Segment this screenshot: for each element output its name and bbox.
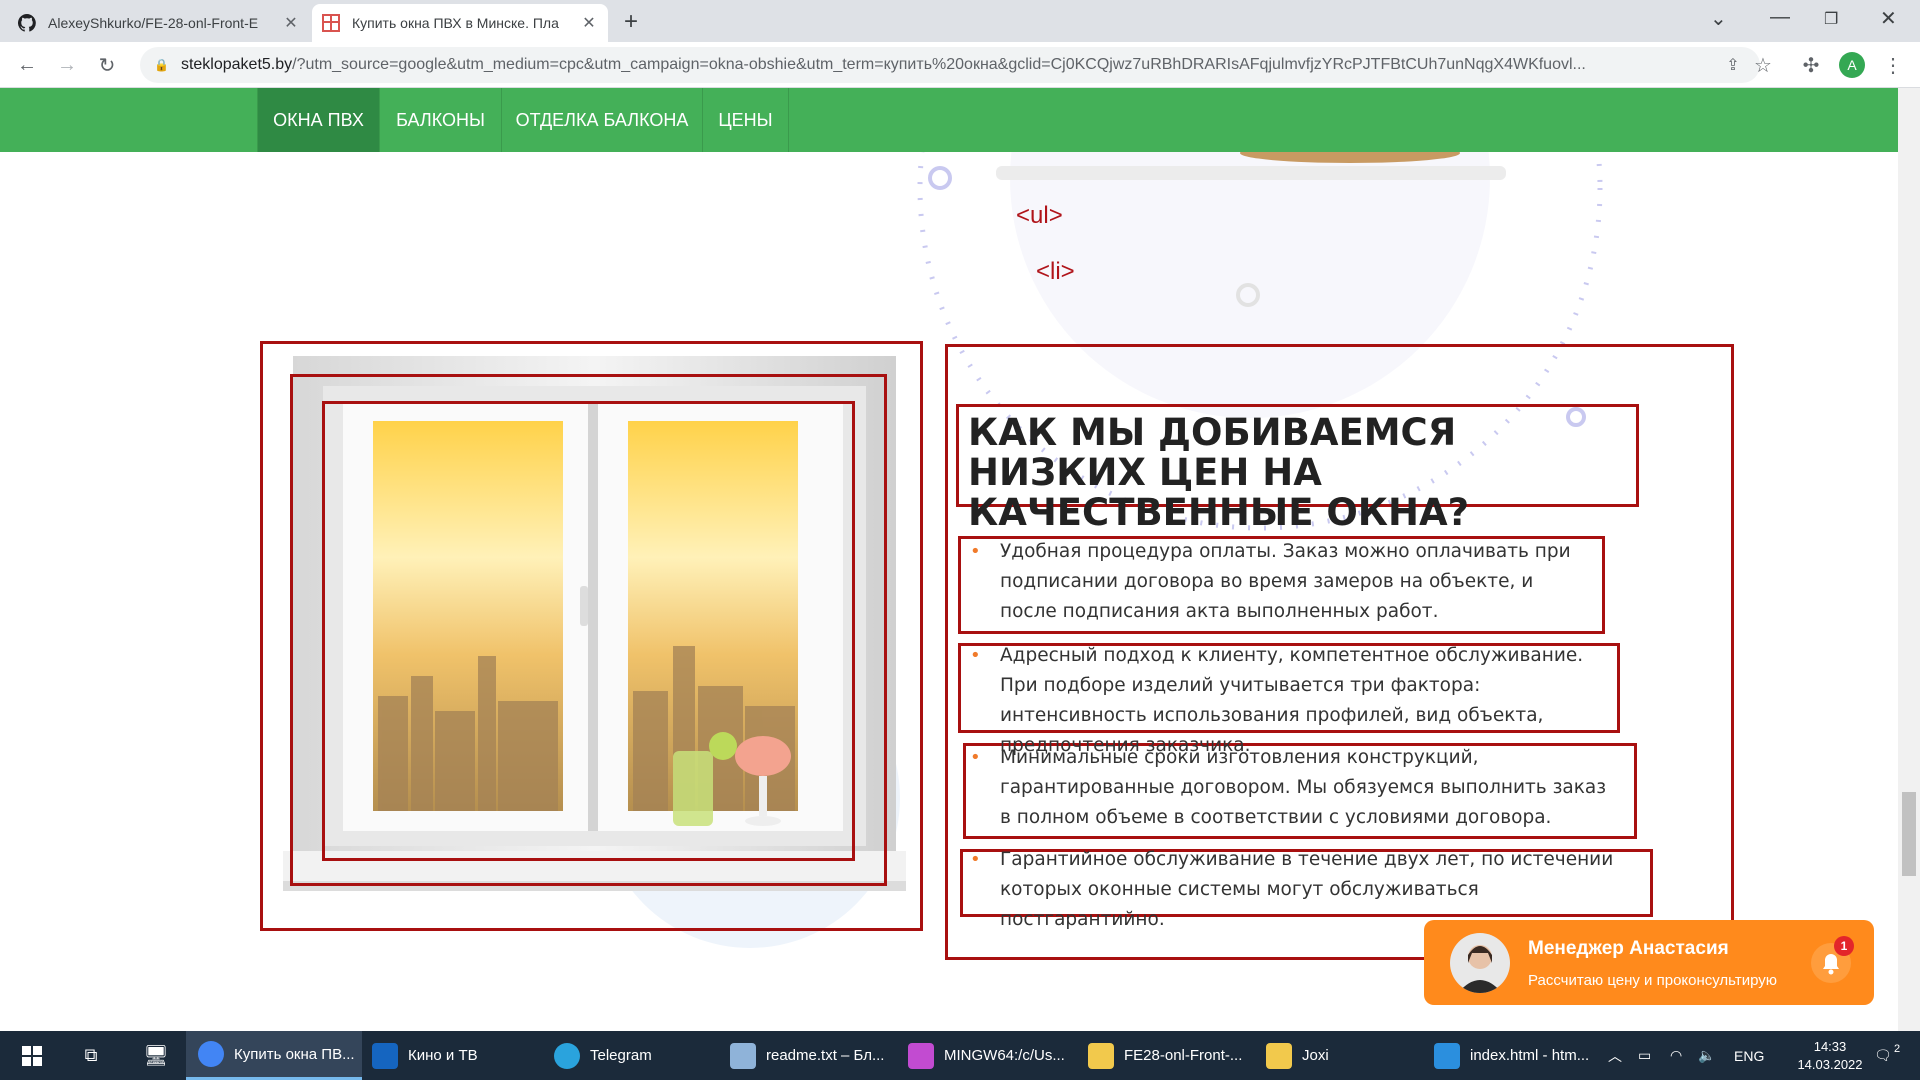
list-item: Минимальные сроки изготовления конструкц… [970, 743, 1620, 833]
vscode-icon [1434, 1042, 1460, 1069]
code-tag-ul: <ul> [1016, 202, 1063, 229]
start-windows-icon[interactable] [14, 1031, 50, 1080]
section-heading: КАК МЫ ДОБИВАЕМСЯ НИЗКИХ ЦЕН НА КАЧЕСТВЕ… [968, 411, 1470, 534]
folder-icon [1088, 1042, 1114, 1069]
clock-date: 14.03.2022 [1797, 1056, 1863, 1072]
new-tab-button[interactable]: + [624, 8, 638, 36]
profile-avatar[interactable]: A [1839, 52, 1865, 78]
browser-toolbar: ← → ↻ 🔒 steklopaket5.by/?utm_source=goog… [0, 42, 1920, 88]
tab-search-chevron-icon[interactable]: ⌄ [1710, 6, 1727, 31]
notepad-icon [730, 1042, 756, 1069]
browser-tab-bar: AlexeyShkurko/FE-28-onl-Front-E ✕ Купить… [0, 0, 1920, 42]
reload-icon[interactable]: ↻ [92, 50, 122, 80]
nav-otdelka-balkona[interactable]: ОТДЕЛКА БАЛКОНА [501, 88, 702, 152]
folder-icon [1266, 1042, 1292, 1069]
close-icon[interactable]: ✕ [580, 13, 598, 33]
manager-avatar [1450, 933, 1510, 993]
list-item: Удобная процедура оплаты. Заказ можно оп… [970, 537, 1590, 627]
web-page: ОКНА ПВХ БАЛКОНЫ ОТДЕЛКА БАЛКОНА ЦЕНЫ <u… [0, 88, 1920, 1031]
restore-icon[interactable]: ❐ [1824, 9, 1838, 29]
notification-center-icon[interactable]: 🗨 [1874, 1031, 1892, 1080]
taskbar-item-movies[interactable]: Кино и ТВ [368, 1031, 544, 1080]
notification-count: 2 [1894, 1043, 1901, 1055]
menu-kebab-icon[interactable]: ⋮ [1878, 50, 1908, 80]
clock[interactable]: 14:33 14.03.2022 [1790, 1031, 1870, 1080]
notification-badge: 1 [1834, 936, 1854, 956]
lock-icon: 🔒 [154, 58, 169, 72]
url-text: steklopaket5.by/?utm_source=google&utm_m… [180, 56, 1586, 73]
git-bash-icon [908, 1042, 934, 1069]
minimize-icon[interactable]: — [1770, 6, 1790, 29]
tab-title: Купить окна ПВХ в Минске. Пла [352, 15, 559, 31]
share-icon[interactable]: ⇪ [1718, 50, 1748, 80]
telegram-icon [554, 1042, 580, 1069]
forward-arrow-icon[interactable]: → [52, 50, 82, 80]
github-icon [18, 14, 36, 32]
scrollbar-thumb[interactable] [1902, 792, 1916, 876]
taskbar-item-joxi[interactable]: Joxi [1262, 1031, 1438, 1080]
tab-steklopaket[interactable]: Купить окна ПВХ в Минске. Пла ✕ [312, 4, 608, 42]
bookmark-star-icon[interactable]: ☆ [1748, 50, 1778, 80]
clock-time: 14:33 [1813, 1038, 1847, 1054]
taskbar-item-vscode[interactable]: index.html - htm... [1430, 1031, 1606, 1080]
nav-balkony[interactable]: БАЛКОНЫ [379, 88, 501, 152]
nav-ceny[interactable]: ЦЕНЫ [702, 88, 789, 152]
nav-okna-pvh[interactable]: ОКНА ПВХ [257, 88, 379, 152]
movies-icon [372, 1042, 398, 1069]
language-indicator[interactable]: ENG [1734, 1031, 1764, 1080]
battery-icon[interactable]: ▭ [1638, 1031, 1651, 1080]
back-arrow-icon[interactable]: ← [12, 50, 42, 80]
volume-icon[interactable]: 🔈 [1698, 1031, 1715, 1080]
tray-chevron-icon[interactable]: ︿ [1608, 1031, 1622, 1080]
manager-name: Менеджер Анастасия [1528, 938, 1729, 959]
taskbar-item-telegram[interactable]: Telegram [550, 1031, 726, 1080]
chrome-icon [198, 1041, 224, 1067]
tab-github[interactable]: AlexeyShkurko/FE-28-onl-Front-E ✕ [8, 4, 310, 42]
taskbar-item-folder[interactable]: FE28-onl-Front-... [1084, 1031, 1260, 1080]
tab-title: AlexeyShkurko/FE-28-onl-Front-E [48, 15, 259, 31]
address-bar[interactable]: 🔒 steklopaket5.by/?utm_source=google&utm… [140, 47, 1760, 83]
taskbar-item-git-bash[interactable]: MINGW64:/c/Us... [904, 1031, 1080, 1080]
code-tag-li: <li> [1036, 258, 1075, 285]
close-window-icon[interactable]: ✕ [1880, 6, 1897, 31]
page-scrollbar[interactable] [1898, 88, 1920, 1031]
windows-taskbar: ⧉ 🖥 Купить окна ПВ... Кино и ТВ Telegram… [0, 1031, 1920, 1080]
window-logo-icon [322, 14, 340, 32]
task-view-icon[interactable]: ⧉ [76, 1031, 106, 1080]
close-icon[interactable]: ✕ [282, 13, 300, 33]
manager-chat-widget[interactable]: Менеджер Анастасия Рассчитаю цену и прок… [1424, 920, 1874, 1005]
taskbar-item-chrome[interactable]: Купить окна ПВ... [186, 1031, 362, 1080]
extensions-puzzle-icon[interactable]: ✣ [1796, 50, 1826, 80]
wifi-icon[interactable]: ◠ [1670, 1031, 1682, 1080]
desktop-app-icon[interactable]: 🖥 [138, 1031, 174, 1080]
taskbar-item-notepad[interactable]: readme.txt – Бл... [726, 1031, 902, 1080]
manager-subtitle: Рассчитаю цену и проконсультирую [1528, 972, 1778, 989]
outline-image-inner [322, 401, 855, 861]
site-nav: ОКНА ПВХ БАЛКОНЫ ОТДЕЛКА БАЛКОНА ЦЕНЫ [0, 88, 1898, 152]
